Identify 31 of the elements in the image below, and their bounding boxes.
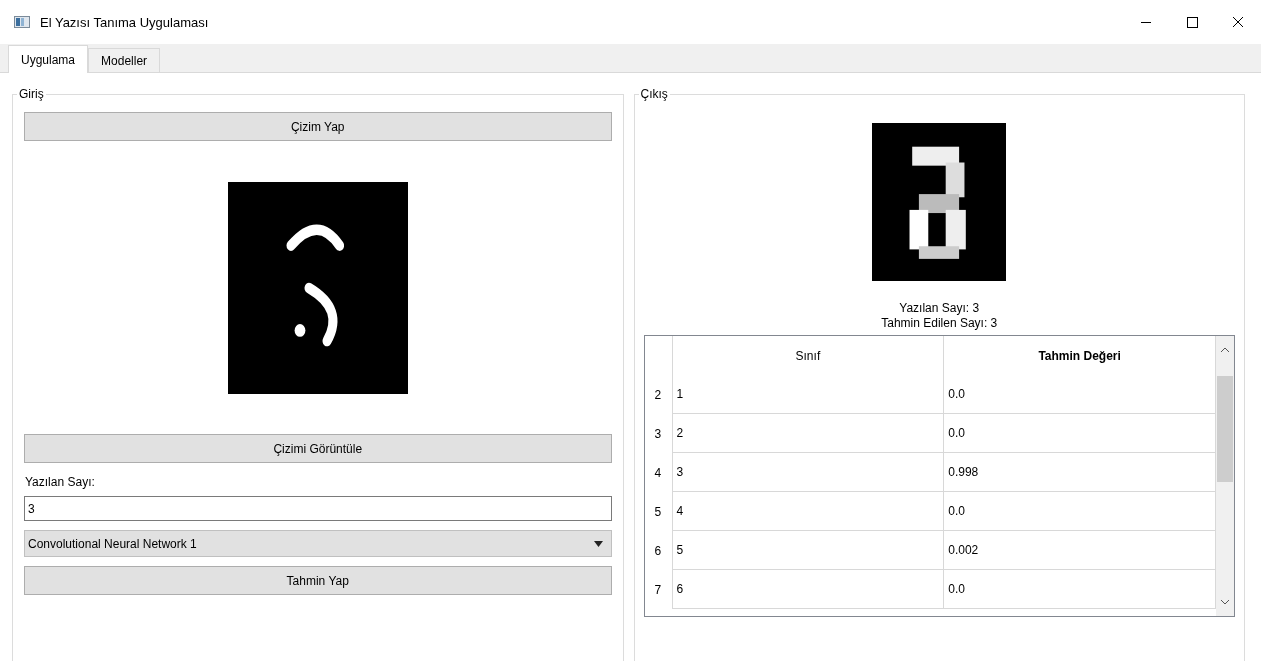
row-header: 4: [644, 453, 673, 492]
group-title: Giriş: [17, 87, 46, 101]
dropdown-arrow-icon: [593, 540, 603, 547]
row-header: 5: [644, 492, 673, 531]
group-title: Çıkış: [638, 87, 670, 101]
app-icon: [14, 16, 30, 28]
tab[interactable]: Modeller: [88, 48, 161, 72]
table-cell: 1: [672, 375, 945, 414]
model-dropdown[interactable]: Convolutional Neural Network 1: [24, 530, 612, 557]
predict-button[interactable]: Tahmin Yap: [24, 566, 612, 595]
window-title: El Yazısı Tanıma Uygulaması: [40, 14, 210, 30]
field-label: Yazılan Sayı:: [25, 475, 96, 489]
draw-button[interactable]: Çizim Yap: [24, 112, 612, 141]
row-header: 7: [644, 570, 673, 609]
table-cell: 2: [672, 414, 945, 453]
row-header: 6: [644, 531, 673, 570]
scrollbar[interactable]: [1216, 336, 1234, 616]
number-field[interactable]: 3: [24, 496, 612, 521]
column-header[interactable]: Sınıf: [672, 336, 945, 375]
row-header: 3: [644, 414, 673, 453]
table-cell: 3: [672, 453, 945, 492]
written-number-text: Yazılan Sayı: 3: [899, 301, 980, 316]
scroll-down-icon[interactable]: [1220, 598, 1230, 606]
scroll-up-icon[interactable]: [1220, 346, 1230, 354]
row-header: 2: [644, 375, 673, 414]
table-cell: 6: [672, 570, 945, 609]
table-cell: 5: [672, 531, 945, 570]
view-drawing-button[interactable]: Çizimi Görüntüle: [24, 434, 612, 463]
predicted-number-text: Tahmin Edilen Sayı: 3: [881, 316, 998, 331]
tab[interactable]: Uygulama: [8, 45, 89, 73]
table-cell: 4: [672, 492, 945, 531]
